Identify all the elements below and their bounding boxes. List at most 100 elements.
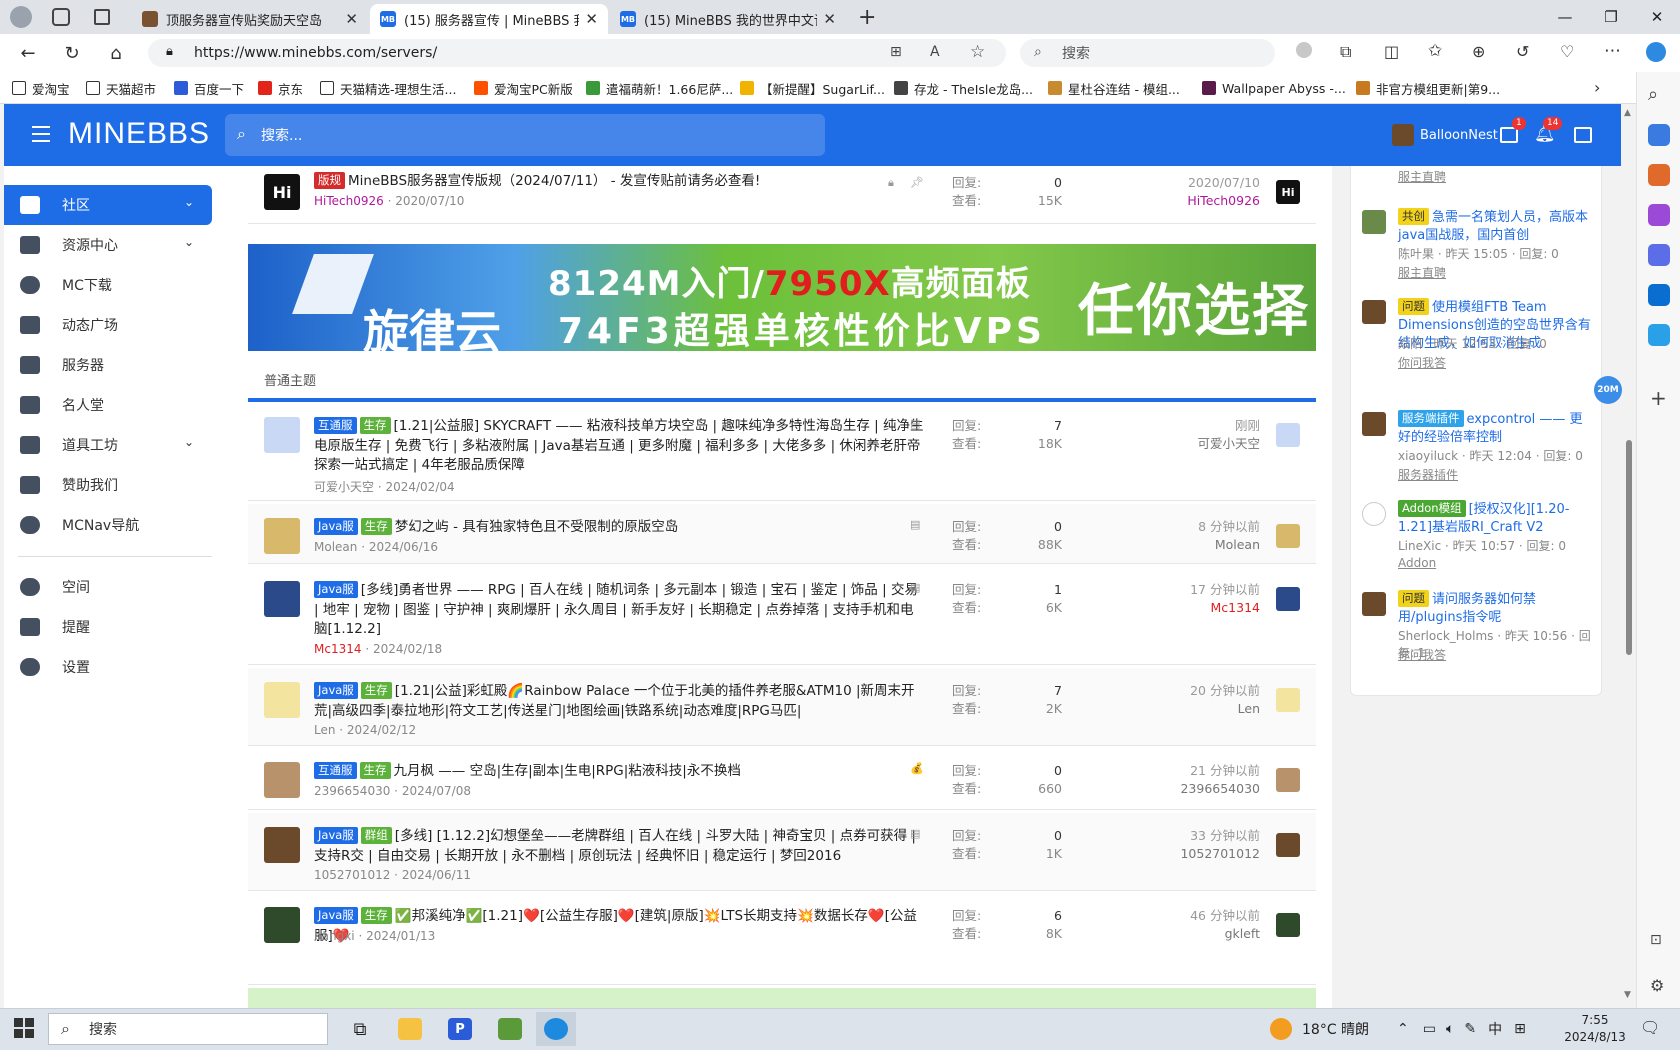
prefix-tag[interactable]: Java服 <box>314 682 358 699</box>
last-avatar[interactable] <box>1276 524 1300 548</box>
avatar[interactable] <box>1362 300 1386 324</box>
avatar[interactable] <box>264 518 300 554</box>
thread-title[interactable]: Java服 生存 [1.21|公益]彩虹殿🌈Rainbow Palace 一个位于北… <box>314 682 924 721</box>
hide-sidebar-icon[interactable]: ⊡ <box>1650 932 1662 948</box>
nav-item-sponsor[interactable]: 赞助我们 <box>4 465 212 505</box>
user-menu[interactable]: BalloonNest <box>1392 124 1498 146</box>
last-avatar[interactable] <box>1276 688 1300 712</box>
author[interactable]: Len <box>314 723 335 737</box>
send-icon[interactable] <box>1648 324 1670 346</box>
read-aloud-icon[interactable]: A <box>930 44 940 60</box>
last-user[interactable]: Mc1314 <box>1190 599 1260 617</box>
latest-post-item[interactable]: 共创 急需一名策划人员，高版本java国战服，国内首创 陈叶果 · 昨天 15:05… <box>1362 208 1598 292</box>
forum-link[interactable]: 你问我答 <box>1398 646 1446 663</box>
app-p-icon[interactable]: P <box>440 1012 480 1046</box>
nav-item-mcnav[interactable]: MCNav导航 <box>4 505 212 545</box>
bookmark-item[interactable]: 京东 <box>258 78 303 98</box>
prefix-tag[interactable]: 互通服 <box>314 762 357 779</box>
avatar[interactable] <box>1362 210 1386 234</box>
bookmark-item[interactable]: 遣福萌新！1.66尼萨... <box>586 78 733 98</box>
taskbar-search-input[interactable]: ⌕ 搜索 <box>48 1013 328 1045</box>
avatar[interactable] <box>1362 502 1386 526</box>
nav-item-settings[interactable]: 设置 <box>4 647 212 687</box>
avatar[interactable] <box>264 682 300 718</box>
bookmark-item[interactable]: 星杜谷连结 - 模组... <box>1048 78 1180 98</box>
table-row[interactable]: Java服 生存 [1.21|公益]彩虹殿🌈Rainbow Palace 一个位于北… <box>248 668 1316 746</box>
copilot-icon[interactable] <box>1646 42 1666 62</box>
author[interactable]: HiTech0926 <box>314 194 384 208</box>
ime-grid-icon[interactable]: ⊞ <box>1514 1021 1526 1037</box>
shopping-icon[interactable] <box>1648 124 1670 146</box>
nav-item-feed[interactable]: 动态广场 <box>4 305 212 345</box>
pinned-thread-row[interactable]: Hi 版规 MineBBS服务器宣传版规（2024/07/11） - 发宣传贴前请… <box>248 166 1316 224</box>
browser-tab-1[interactable]: 顶服务器宣传贴奖励天空岛 ✕ <box>132 4 368 34</box>
thread-title[interactable]: Java服 生存 梦幻之屿 - 具有独家特色且不受限制的原版空岛 <box>314 518 924 538</box>
forum-link[interactable]: Addon <box>1398 556 1436 570</box>
last-user[interactable]: 可爱小天空 <box>1197 435 1260 453</box>
scroll-up-icon[interactable]: ▲ <box>1624 108 1631 118</box>
post-user[interactable]: LineXic <box>1398 539 1441 553</box>
last-user[interactable]: gkleft <box>1190 925 1260 943</box>
avatar[interactable] <box>1362 592 1386 616</box>
workspaces-icon[interactable] <box>52 8 70 26</box>
nav-item-resources[interactable]: 资源中心 ⌄ <box>4 225 212 265</box>
nav-item-workshop[interactable]: 道具工坊 ⌄ <box>4 425 212 465</box>
post-user[interactable]: xiaoyiluck <box>1398 449 1458 463</box>
post-title[interactable]: 服务端插件 expcontrol —— 更好的经验倍率控制 <box>1398 410 1594 447</box>
post-user[interactable]: 陈叶果 <box>1398 247 1434 261</box>
forum-link[interactable]: 服务器插件 <box>1398 466 1458 483</box>
last-user[interactable]: 2396654030 <box>1180 780 1260 798</box>
scroll-down-icon[interactable]: ▼ <box>1624 990 1631 1000</box>
favorites-icon[interactable]: ✩ <box>1428 41 1442 61</box>
url-input[interactable]: 🔒︎ https://www.minebbs.com/servers/ <box>148 39 1006 67</box>
avatar[interactable] <box>264 827 300 863</box>
ime-indicator[interactable]: 中 <box>1488 1019 1502 1039</box>
notification-icon[interactable]: 🗨︎ <box>1640 1018 1660 1037</box>
maximize-button[interactable]: ❐ <box>1588 0 1634 34</box>
post-title[interactable]: Addon模组 [授权汉化][1.20-1.21]基岩版RI_Craft V2 <box>1398 500 1594 537</box>
pen-icon[interactable]: ✎ <box>1464 1021 1476 1037</box>
history-icon[interactable]: ↺ <box>1516 42 1529 61</box>
author[interactable]: 可爱小天空 <box>314 480 374 494</box>
bookmark-item[interactable]: 天猫超市 <box>86 78 156 98</box>
prefix-tag[interactable]: 群组 <box>360 827 392 844</box>
latest-post-item[interactable]: Addon模组 [授权汉化][1.20-1.21]基岩版RI_Craft V2 Li… <box>1362 500 1598 584</box>
author[interactable]: 1052701012 <box>314 868 390 882</box>
games-icon[interactable] <box>1648 204 1670 226</box>
windows-start-icon[interactable] <box>14 1018 34 1038</box>
file-explorer-icon[interactable] <box>390 1012 430 1046</box>
m365-icon[interactable] <box>1648 244 1670 266</box>
table-row[interactable]: Java服 生存 ✅邦溪纯净✅[1.21]❤️[公益生存服]❤️[建筑|原版]💥LT… <box>248 893 1316 985</box>
latest-post-item[interactable]: 问题 使用模组FTB Team Dimensions创造的空岛世界含有结构生成，如… <box>1362 298 1598 382</box>
thread-title[interactable]: 互通服 生存 九月枫 —— 空岛|生存|副本|生电|RPG|粘液科技|永不换档 <box>314 762 924 782</box>
prefix-tag[interactable]: 生存 <box>360 518 392 535</box>
chevron-up-icon[interactable]: ⌃ <box>1397 1021 1409 1037</box>
favorite-star-icon[interactable]: ☆ <box>970 42 985 62</box>
nav-item-hall-of-fame[interactable]: 名人堂 <box>4 385 212 425</box>
last-user[interactable]: Molean <box>1198 536 1260 554</box>
bookmark-item[interactable]: 非官方模组更新|第9... <box>1356 78 1500 98</box>
battery-icon[interactable]: ▭ <box>1423 1021 1436 1037</box>
sidebar-settings-icon[interactable]: ⚙ <box>1650 976 1664 995</box>
bookmark-item[interactable]: 天猫精选-理想生活... <box>320 78 456 98</box>
table-row[interactable]: Java服 群组 [多线] [1.12.2]幻想堡垒——老牌群组 | 百人在线 | … <box>248 813 1316 891</box>
forum-link[interactable]: 服主直聘 <box>1398 168 1446 185</box>
bookmark-item[interactable]: Wallpaper Abyss -... <box>1202 78 1346 98</box>
add-sidebar-icon[interactable]: + <box>1650 386 1667 410</box>
close-tab-icon[interactable]: ✕ <box>585 10 598 28</box>
table-row[interactable]: 互通服 生存 九月枫 —— 空岛|生存|副本|生电|RPG|粘液科技|永不换档 239… <box>248 748 1316 810</box>
post-title[interactable]: 共创 急需一名策划人员，高版本java国战服，国内首创 <box>1398 208 1594 245</box>
bookmark-item[interactable]: 百度一下 <box>174 78 244 98</box>
last-avatar[interactable]: Hi <box>1276 180 1300 204</box>
close-tab-icon[interactable]: ✕ <box>345 10 358 28</box>
browser-tab-2[interactable]: MB (15) 服务器宣传 | MineBBS 我的世界中文论坛 ✕ <box>370 4 608 34</box>
close-window-button[interactable]: ✕ <box>1634 0 1680 34</box>
avatar[interactable]: Hi <box>264 174 300 210</box>
last-user[interactable]: HiTech0926 <box>1187 192 1260 210</box>
scrollbar-thumb[interactable] <box>1626 440 1632 655</box>
back-icon[interactable]: ← <box>14 40 42 66</box>
avatar[interactable] <box>264 762 300 798</box>
prefix-tag[interactable]: 生存 <box>359 417 391 434</box>
site-search-input[interactable]: ⌕ 搜索... <box>225 114 825 156</box>
author[interactable]: 2396654030 <box>314 784 390 798</box>
